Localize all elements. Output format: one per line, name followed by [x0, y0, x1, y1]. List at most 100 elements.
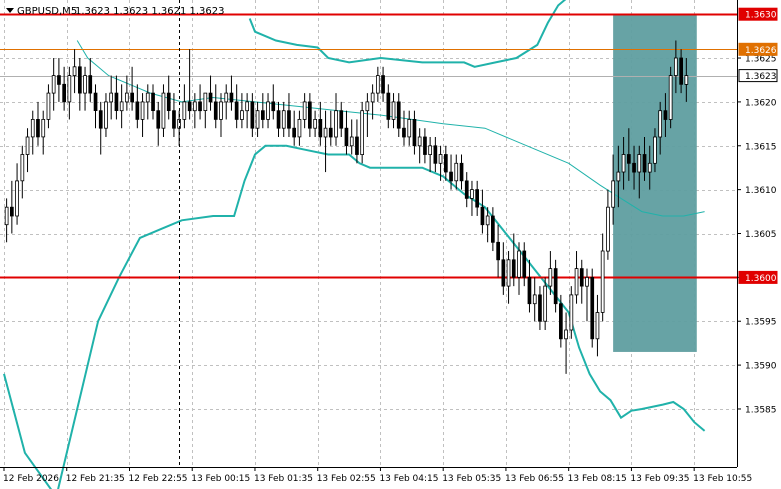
bull-candle-body — [611, 180, 616, 208]
bull-candle-body — [72, 66, 77, 77]
bear-candle-body — [433, 145, 438, 164]
price-label-text: 1.3623 — [745, 72, 777, 82]
bear-candle-body — [172, 110, 176, 129]
bear-candle-body — [679, 57, 684, 85]
bull-candle-body — [543, 285, 548, 322]
bear-candle-body — [344, 127, 349, 147]
bull-candle-body — [600, 250, 605, 313]
bull-candle-body — [219, 101, 223, 120]
bear-candle-body — [135, 101, 140, 120]
bull-candle-body — [658, 110, 663, 138]
x-tick-label: 12 Feb 22:55 — [128, 474, 187, 484]
bull-candle-body — [653, 136, 657, 164]
bull-candle-body — [349, 136, 354, 147]
bull-candle-body — [621, 154, 626, 173]
bull-candle-body — [485, 215, 490, 226]
bear-candle-body — [579, 268, 584, 287]
y-tick-label: 1.3610 — [745, 186, 777, 196]
y-tick-label: 1.3615 — [745, 142, 777, 152]
bear-candle-body — [423, 136, 427, 155]
bear-candle-body — [78, 66, 82, 94]
bear-candle-body — [480, 206, 485, 226]
candle — [668, 66, 673, 129]
bull-candle-body — [595, 312, 600, 340]
bear-candle-body — [36, 119, 40, 138]
bull-candle-body — [203, 92, 208, 111]
bull-candle-body — [674, 57, 678, 76]
bear-candle-body — [464, 180, 469, 199]
bear-candle-body — [260, 110, 265, 120]
bull-candle-body — [417, 136, 422, 147]
orange-level-label: 1.3626 — [738, 42, 778, 56]
x-tick-label: 13 Feb 02:55 — [317, 474, 376, 484]
y-tick-label: 1.3605 — [745, 230, 777, 240]
x-tick-label: 12 Feb 2026 — [3, 474, 59, 484]
bull-candle-body — [532, 294, 537, 305]
bear-candle-body — [88, 75, 93, 94]
x-tick-label: 13 Feb 06:55 — [505, 474, 564, 484]
bull-candle-body — [297, 119, 302, 138]
y-tick-label: 1.3625 — [745, 55, 777, 65]
y-tick-label: 1.3585 — [745, 405, 777, 415]
bull-candle-body — [407, 119, 412, 138]
x-tick-label: 13 Feb 05:35 — [442, 474, 501, 484]
bear-candle-body — [559, 303, 563, 340]
bull-candle-body — [182, 101, 187, 120]
bear-candle-body — [459, 162, 464, 182]
candle — [360, 101, 365, 164]
bull-candle-body — [302, 101, 307, 120]
bear-candle-body — [130, 92, 134, 103]
highlight-rect — [613, 14, 697, 352]
bear-candle-body — [642, 154, 647, 173]
bull-candle-body — [46, 92, 51, 120]
bull-candle-body — [548, 268, 553, 287]
bear-candle-body — [355, 136, 359, 155]
bear-candle-body — [511, 259, 516, 278]
bear-candle-body — [538, 294, 542, 322]
bull-candle-body — [684, 75, 689, 85]
ohlc-values: 1.3623 1.3623 1.3621 1.3623 — [75, 6, 225, 17]
price-chart[interactable]: 1.3625 1.3620 1.3615 1.3610 1.3605 1.3600 1.35… — [0, 0, 781, 489]
bear-candle-body — [187, 101, 192, 112]
highlight-zone — [613, 14, 697, 352]
x-tick-label: 13 Feb 01:35 — [254, 474, 313, 484]
bull-candle-body — [428, 145, 433, 156]
bear-candle-body — [151, 92, 155, 111]
bear-candle-body — [339, 110, 344, 129]
bull-candle-body — [240, 110, 244, 120]
chart-header: GBPUSD,M5 1.3623 1.3623 1.3621 1.3623 — [6, 6, 225, 17]
bull-candle-body — [606, 206, 610, 252]
bull-candle-body — [391, 101, 396, 120]
x-tick-label: 12 Feb 21:35 — [66, 474, 125, 484]
bear-candle-body — [198, 101, 202, 112]
bear-candle-body — [287, 110, 291, 129]
bull-candle-body — [266, 101, 270, 120]
bull-candle-body — [245, 101, 249, 112]
bear-candle-body — [156, 110, 161, 129]
bull-candle-body — [585, 276, 589, 287]
bull-candle-body — [365, 101, 370, 112]
bear-candle-body — [396, 101, 401, 129]
price-label-text: 1.3600 — [745, 274, 777, 284]
bear-candle-body — [213, 101, 218, 120]
bear-candle-body — [229, 92, 234, 103]
candle — [590, 268, 595, 348]
bull-candle-body — [145, 92, 150, 103]
y-tick-label: 1.3620 — [745, 98, 777, 108]
bear-candle-body — [62, 83, 67, 103]
bull-candle-body — [41, 119, 46, 138]
bull-candle-body — [375, 75, 380, 94]
bear-candle-body — [276, 110, 281, 129]
bear-candle-body — [412, 119, 417, 147]
bear-candle-body — [114, 92, 119, 111]
bear-candle-body — [443, 154, 448, 173]
y-tick-label: 1.3595 — [745, 318, 777, 328]
bull-candle-body — [360, 110, 365, 155]
bull-candle-body — [4, 206, 9, 226]
x-tick-label: 13 Feb 04:15 — [379, 474, 438, 484]
price-label-text: 1.3626 — [745, 46, 777, 56]
bear-candle-body — [490, 215, 495, 243]
symbol-timeframe: GBPUSD,M5 — [17, 6, 77, 17]
bull-candle-body — [574, 268, 579, 296]
bear-candle-body — [632, 162, 636, 173]
